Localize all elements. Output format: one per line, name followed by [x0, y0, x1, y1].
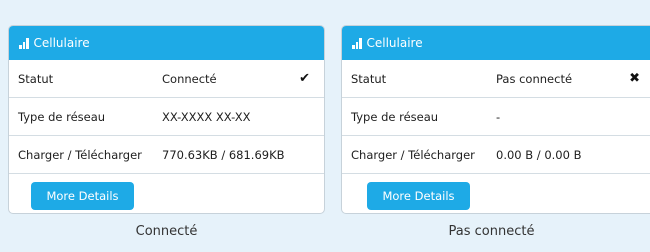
status-label: Statut: [18, 71, 54, 86]
cross-icon: ✖: [629, 71, 640, 86]
caption-disconnected: Pas connecté: [448, 224, 535, 239]
card-title: Cellulaire: [33, 36, 90, 50]
status-label: Statut: [351, 71, 387, 86]
status-row: Statut Pas connecté ✖: [342, 60, 650, 98]
network-type-label: Type de réseau: [18, 109, 106, 124]
upload-download-row: Charger / Télécharger 770.63KB / 681.69K…: [9, 136, 324, 174]
cellular-card-connected: Cellulaire Statut Connecté ✔ Type de rés…: [8, 25, 325, 214]
network-type-label: Type de réseau: [351, 109, 439, 124]
checkmark-icon: ✔: [299, 71, 310, 86]
card-title: Cellulaire: [366, 36, 423, 50]
caption-connected: Connecté: [135, 224, 198, 239]
upload-download-value: 0.00 B / 0.00 B: [496, 147, 582, 162]
upload-download-label: Charger / Télécharger: [351, 147, 475, 162]
upload-download-value: 770.63KB / 681.69KB: [162, 147, 285, 162]
cellular-card-disconnected: Cellulaire Statut Pas connecté ✖ Type de…: [341, 25, 650, 214]
status-row: Statut Connecté ✔: [9, 60, 324, 98]
status-value: Connecté: [162, 71, 217, 86]
upload-download-label: Charger / Télécharger: [18, 147, 142, 162]
signal-bars-icon: [19, 37, 29, 49]
network-type-row: Type de réseau -: [342, 98, 650, 136]
upload-download-row: Charger / Télécharger 0.00 B / 0.00 B: [342, 136, 650, 174]
signal-bars-icon: [352, 37, 362, 49]
network-type-value: XX-XXXX XX-XX: [162, 109, 251, 124]
card-header: Cellulaire: [9, 26, 324, 60]
more-details-button[interactable]: More Details: [367, 182, 470, 210]
status-value: Pas connecté: [496, 71, 573, 86]
card-header: Cellulaire: [342, 26, 650, 60]
network-type-row: Type de réseau XX-XXXX XX-XX: [9, 98, 324, 136]
network-type-value: -: [496, 109, 501, 124]
more-details-button[interactable]: More Details: [31, 182, 134, 210]
